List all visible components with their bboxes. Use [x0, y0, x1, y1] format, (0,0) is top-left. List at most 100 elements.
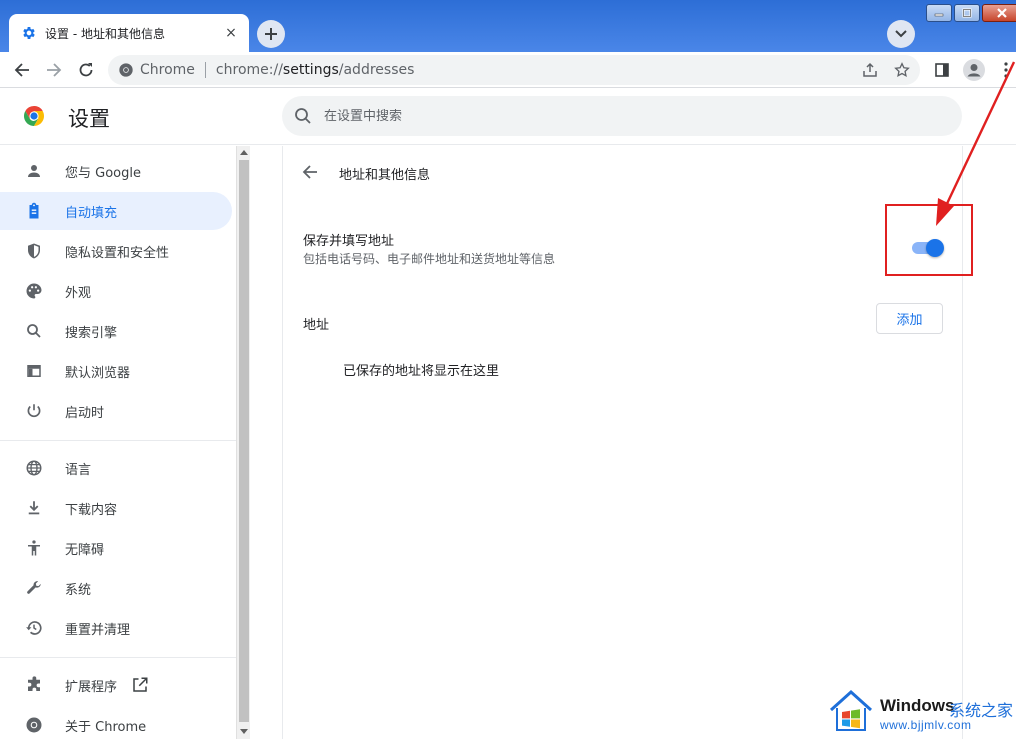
- scrollbar-thumb[interactable]: [239, 160, 249, 722]
- chrome-icon: [24, 715, 44, 735]
- person-icon: [24, 161, 44, 181]
- gear-icon: [23, 27, 35, 39]
- search-icon: [24, 321, 44, 341]
- settings-search-input[interactable]: [324, 108, 924, 124]
- sidebar-item-default-browser[interactable]: 默认浏览器: [0, 352, 232, 390]
- download-icon: [24, 498, 44, 518]
- close-icon: [997, 8, 1007, 18]
- sidebar-divider: [0, 657, 236, 658]
- globe-icon: [24, 458, 44, 478]
- sidebar-item-label: 外观: [65, 285, 92, 301]
- share-icon: [863, 62, 877, 77]
- sidebar-item-label: 您与 Google: [65, 165, 141, 181]
- sidebar-item-autofill[interactable]: 自动填充: [0, 192, 232, 230]
- scroll-down-arrow[interactable]: [240, 729, 248, 734]
- sidebar-item-label: 重置并清理: [65, 622, 131, 638]
- sidebar-item-accessibility[interactable]: 无障碍: [0, 529, 232, 567]
- arrow-right-icon: [47, 62, 62, 77]
- browser-icon: [24, 361, 44, 381]
- scroll-up-arrow[interactable]: [240, 150, 248, 155]
- sidebar-item-label: 隐私设置和安全性: [65, 245, 170, 261]
- plus-icon: [265, 28, 277, 40]
- sidebar-item-search-engine[interactable]: 搜索引擎: [0, 312, 232, 350]
- sidebar-item-extensions[interactable]: 扩展程序: [0, 666, 232, 704]
- accessibility-icon: [24, 538, 44, 558]
- sidebar-item-label: 自动填充: [65, 205, 118, 221]
- palette-icon: [24, 281, 44, 301]
- chrome-logo-icon: [24, 106, 44, 126]
- save-fill-addresses-subtitle: 包括电话号码、电子邮件地址和送货地址等信息: [303, 252, 556, 266]
- settings-sidebar: 您与 Google 自动填充 隐私设置和安全性 外观 搜索引擎 默认浏览器 启动…: [0, 146, 236, 739]
- new-tab-button[interactable]: [257, 20, 285, 48]
- watermark: Windows 系统之家 www.bjjmlv.com: [826, 688, 1016, 736]
- share-button[interactable]: [860, 60, 880, 80]
- window-controls: [924, 4, 1016, 24]
- sidebar-item-label: 搜索引擎: [65, 325, 118, 341]
- sidebar-item-on-startup[interactable]: 启动时: [0, 392, 232, 430]
- reload-icon: [79, 62, 93, 76]
- maximize-button[interactable]: [954, 4, 980, 22]
- sidebar-item-label: 默认浏览器: [65, 365, 131, 381]
- star-icon: [894, 62, 910, 78]
- chrome-site-icon: [119, 63, 133, 77]
- puzzle-icon: [24, 675, 44, 695]
- minimize-button[interactable]: [926, 4, 952, 22]
- add-address-button[interactable]: 添加: [876, 303, 943, 334]
- windows-house-logo-icon: [829, 689, 873, 731]
- url-text: chrome://settings/addresses: [216, 62, 414, 78]
- sidebar-item-label: 语言: [65, 462, 92, 478]
- sidebar-item-label: 下载内容: [65, 502, 118, 518]
- settings-title: 设置: [68, 107, 110, 131]
- clipboard-icon: [24, 201, 44, 221]
- watermark-site: www.bjjmlv.com: [880, 718, 972, 732]
- maximize-icon: [962, 8, 972, 18]
- browser-tab[interactable]: 设置 - 地址和其他信息 ×: [9, 14, 249, 52]
- url-scheme: chrome://: [215, 62, 283, 78]
- addresses-card: 地址和其他信息 保存并填写地址 包括电话号码、电子邮件地址和送货地址等信息 地址…: [282, 146, 963, 739]
- sidebar-item-languages[interactable]: 语言: [0, 449, 232, 487]
- forward-button[interactable]: [38, 54, 70, 86]
- sidebar-item-label: 启动时: [65, 405, 105, 421]
- external-link-icon: [131, 676, 149, 694]
- sidebar-item-label: 系统: [65, 582, 92, 598]
- sidebar-item-about-chrome[interactable]: 关于 Chrome: [0, 706, 232, 739]
- history-icon: [24, 618, 44, 638]
- address-bar-actions: [848, 60, 912, 80]
- sidebar-item-label: 无障碍: [65, 542, 105, 558]
- power-icon: [24, 401, 44, 421]
- address-bar[interactable]: Chrome chrome://settings/addresses: [108, 55, 920, 85]
- sidebar-item-system[interactable]: 系统: [0, 569, 232, 607]
- tab-close-icon[interactable]: ×: [223, 25, 239, 41]
- back-arrow-button[interactable]: [300, 162, 320, 182]
- settings-header: 设置: [0, 89, 1016, 145]
- chevron-down-icon: [895, 30, 907, 38]
- sidebar-item-you-and-google[interactable]: 您与 Google: [0, 152, 232, 190]
- bookmark-button[interactable]: [892, 60, 912, 80]
- sidebar-divider: [0, 440, 236, 441]
- sidebar-item-downloads[interactable]: 下载内容: [0, 489, 232, 527]
- empty-addresses-message: 已保存的地址将显示在这里: [343, 364, 500, 379]
- wrench-icon: [24, 578, 44, 598]
- sidebar-item-appearance[interactable]: 外观: [0, 272, 232, 310]
- shield-icon: [24, 241, 44, 261]
- sidebar-item-label: 扩展程序: [65, 679, 118, 695]
- settings-search-box[interactable]: [282, 96, 962, 136]
- browser-toolbar: Chrome chrome://settings/addresses: [0, 52, 1016, 88]
- tab-title: 设置 - 地址和其他信息: [45, 26, 165, 41]
- annotation-arrow-icon: [936, 61, 1016, 226]
- arrow-left-icon: [302, 165, 317, 179]
- url-host: settings: [282, 62, 339, 78]
- tab-search-button[interactable]: [887, 20, 915, 48]
- sidebar-item-privacy[interactable]: 隐私设置和安全性: [0, 232, 232, 270]
- address-separator: [204, 62, 206, 78]
- url-path: /addresses: [338, 62, 415, 78]
- arrow-left-icon: [14, 62, 29, 77]
- back-button[interactable]: [6, 54, 38, 86]
- sidebar-scrollbar[interactable]: [236, 146, 250, 739]
- addresses-section-label: 地址: [303, 318, 330, 333]
- sidebar-item-label: 关于 Chrome: [65, 719, 147, 735]
- site-label: Chrome: [140, 62, 195, 78]
- reload-button[interactable]: [70, 54, 102, 86]
- sidebar-item-reset[interactable]: 重置并清理: [0, 609, 232, 647]
- close-window-button[interactable]: [982, 4, 1016, 22]
